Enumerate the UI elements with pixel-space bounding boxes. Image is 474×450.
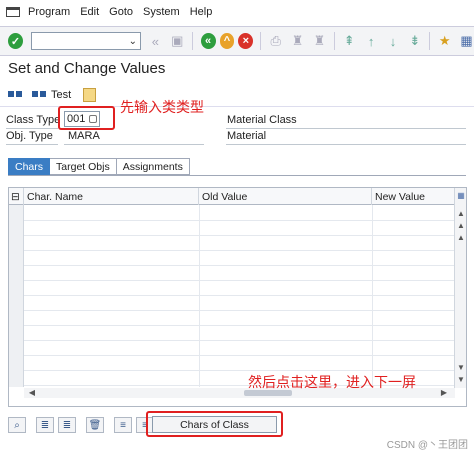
table-row[interactable] xyxy=(24,250,455,251)
delete-icon[interactable]: 🗑 xyxy=(86,417,104,433)
highlight-box-chars-button xyxy=(146,411,283,437)
table-settings-icon[interactable]: ▦ xyxy=(457,192,465,200)
tab-target-objs[interactable]: Target Objs xyxy=(50,158,117,175)
next-page-icon[interactable]: ↓ xyxy=(386,33,401,49)
insert-row-icon[interactable]: ≣ xyxy=(36,417,54,433)
new-session-icon[interactable]: ★ xyxy=(437,33,452,49)
tab-assignments[interactable]: Assignments xyxy=(116,158,190,175)
obj-type-label: Obj. Type xyxy=(6,130,53,142)
menu-icon[interactable] xyxy=(6,7,20,17)
table-row[interactable] xyxy=(24,235,455,236)
scroll-down-icon[interactable]: ▼ xyxy=(457,376,465,384)
print-icon[interactable]: ⎙ xyxy=(268,33,283,49)
table-row[interactable] xyxy=(24,310,455,311)
toolbar-divider xyxy=(191,32,193,50)
table-row[interactable] xyxy=(24,265,455,266)
menu-goto[interactable]: Goto xyxy=(109,6,133,18)
table-toolbar: ⌕ ≣ ≣ 🗑 ≡ ≡ xyxy=(8,416,158,434)
tab-strip: Chars Target Objs Assignments xyxy=(8,158,190,175)
collapse-icon[interactable]: « xyxy=(148,33,163,49)
class-type-underline xyxy=(6,128,58,129)
class-name-underline xyxy=(226,128,466,129)
menu-program[interactable]: Program xyxy=(28,6,70,18)
shortcut-icon[interactable]: ▦ xyxy=(459,33,474,49)
save-icon[interactable]: ▣ xyxy=(170,33,185,49)
table-row[interactable] xyxy=(24,325,455,326)
column-divider xyxy=(372,205,373,387)
select-all-rows-icon[interactable]: ≡ xyxy=(114,417,132,433)
watermark: CSDN @丶王团团 xyxy=(386,440,468,450)
prev-page-icon[interactable]: ↑ xyxy=(364,33,379,49)
menu-system[interactable]: System xyxy=(143,6,180,18)
application-toolbar: Test xyxy=(0,84,474,106)
row-selector-column[interactable] xyxy=(9,205,24,387)
menu-edit[interactable]: Edit xyxy=(80,6,99,18)
obj-type-description: Material xyxy=(227,130,267,142)
column-header-new-value[interactable]: New Value xyxy=(372,188,455,205)
change-class-icon[interactable] xyxy=(8,89,24,102)
scroll-page-up-icon[interactable]: ▲ xyxy=(457,234,465,242)
obj-type-desc-underline xyxy=(226,144,466,145)
chevron-down-icon[interactable]: ⌄ xyxy=(129,36,137,47)
obj-type-value: MARA xyxy=(68,130,100,142)
tab-underline xyxy=(8,175,466,176)
column-divider xyxy=(199,205,200,387)
scroll-page-down-icon[interactable]: ▼ xyxy=(457,364,465,372)
details-icon[interactable]: ⌕ xyxy=(8,417,26,433)
menu-help[interactable]: Help xyxy=(190,6,213,18)
toolbar-divider xyxy=(429,32,431,50)
class-name-value: Material Class xyxy=(227,114,297,126)
back-icon[interactable]: « xyxy=(200,33,216,49)
append-row-icon[interactable]: ≣ xyxy=(58,417,76,433)
first-page-icon[interactable]: ⇞ xyxy=(342,33,357,49)
test-button-label[interactable]: Test xyxy=(51,89,71,101)
table-row[interactable] xyxy=(24,340,455,341)
table-row[interactable] xyxy=(24,220,455,221)
find-next-icon[interactable]: ♜ xyxy=(312,33,327,49)
menu-bar: Program Edit Goto System Help xyxy=(0,0,474,24)
cancel-icon[interactable]: × xyxy=(238,33,254,49)
highlight-box-class-type xyxy=(58,106,115,130)
column-header-old-value[interactable]: Old Value xyxy=(199,188,372,205)
test-icon[interactable] xyxy=(32,89,48,102)
tab-chars[interactable]: Chars xyxy=(8,158,51,175)
toolbar-divider xyxy=(260,32,262,50)
column-header-char-name[interactable]: Char. Name xyxy=(24,188,199,205)
obj-type-value-underline xyxy=(64,144,204,145)
table-row[interactable] xyxy=(24,355,455,356)
annotation-enter-class-type: 先输入类类型 xyxy=(120,99,204,115)
annotation-click-here: 然后点击这里，进入下一屏 xyxy=(248,374,416,390)
find-icon[interactable]: ♜ xyxy=(290,33,305,49)
table-row[interactable] xyxy=(24,280,455,281)
table-header: ⊟ Char. Name Old Value New Value xyxy=(9,188,455,205)
note-icon[interactable] xyxy=(83,88,97,102)
scroll-right-icon[interactable]: ▶ xyxy=(440,389,448,397)
class-type-label: Class Type xyxy=(6,114,61,126)
table-row[interactable] xyxy=(24,370,455,371)
toolbar-divider xyxy=(333,32,335,50)
scroll-top-icon[interactable]: ▲ xyxy=(457,222,465,230)
command-field[interactable]: ⌄ xyxy=(30,32,141,50)
select-all-icon[interactable]: ⊟ xyxy=(9,188,24,205)
scroll-up-icon[interactable]: ▲ xyxy=(457,210,465,218)
last-page-icon[interactable]: ⇟ xyxy=(407,33,422,49)
scroll-left-icon[interactable]: ◀ xyxy=(28,389,36,397)
table-row[interactable] xyxy=(24,295,455,296)
vertical-scrollbar[interactable]: ▦ ▲ ▲ ▲ ▼ ▼ xyxy=(454,188,466,388)
page-title: Set and Change Values xyxy=(8,60,166,77)
obj-type-underline xyxy=(6,144,58,145)
check-icon[interactable]: ✓ xyxy=(8,33,23,49)
standard-toolbar: ✓ ⌄ « ▣ « ^ × ⎙ ♜ ♜ ⇞ ↑ ↓ ⇟ ★ ▦ xyxy=(0,26,474,56)
exit-icon[interactable]: ^ xyxy=(219,33,235,49)
